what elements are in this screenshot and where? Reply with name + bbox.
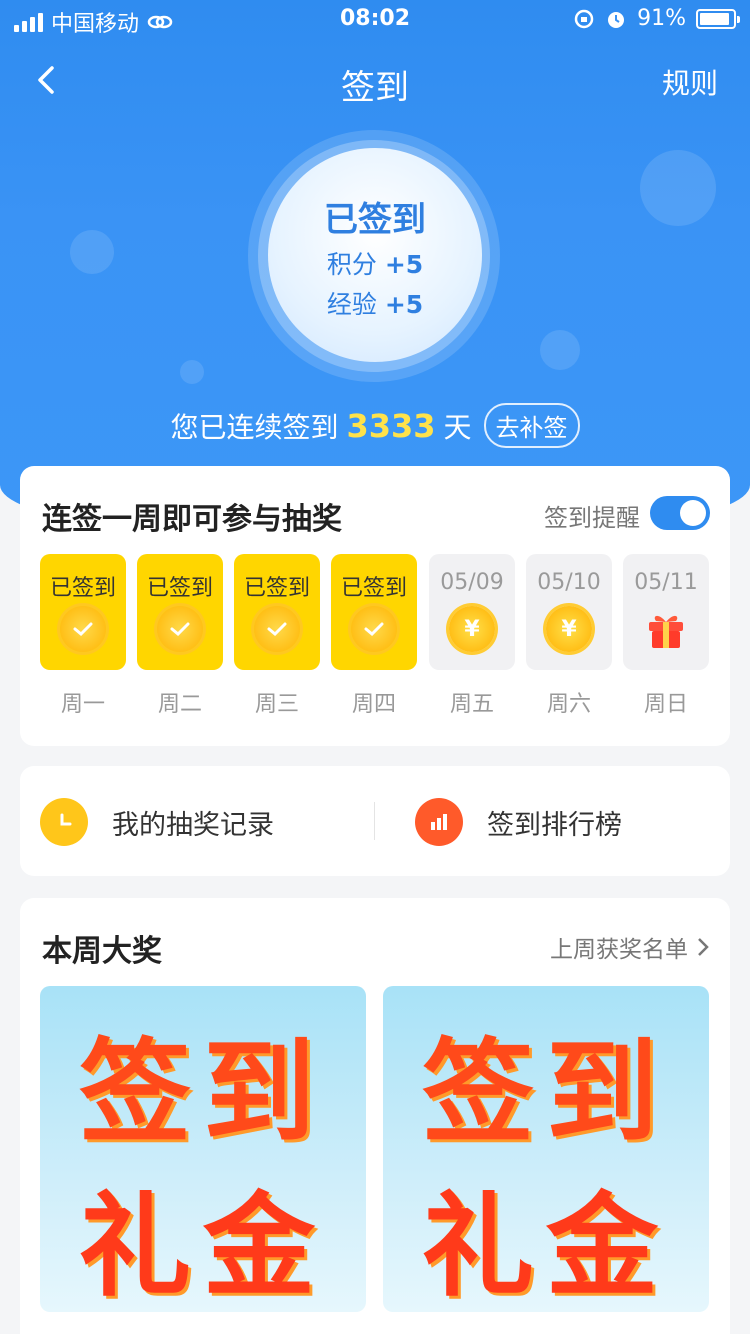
ranking-link[interactable]: 签到排行榜 [415, 798, 622, 846]
coin-icon: ¥ [546, 606, 592, 652]
header-banner: 中国移动 08:02 91% 签到 规则 已签到 积分 +5 经验 +5 您已连… [0, 0, 750, 545]
battery-percent: 91% [637, 6, 686, 31]
weekly-checkin-card: 连签一周即可参与抽奖 签到提醒 已签到 已签到 已签到 已签到 05/09 ¥ … [20, 466, 730, 746]
day-tile: 05/10 ¥ [526, 554, 612, 670]
clock-icon [40, 798, 88, 846]
weekday-label: 周一 [60, 692, 105, 717]
alarm-icon [608, 11, 625, 28]
streak-summary: 您已连续签到 3333 天 去补签 [0, 403, 750, 448]
check-icon [60, 606, 106, 652]
coin-icon: ¥ [449, 606, 495, 652]
weekday-label: 周五 [449, 692, 494, 717]
weekday-label: 周三 [254, 692, 299, 717]
prize-card-title: 本周大奖 [42, 934, 162, 969]
points-reward: 积分 +5 [326, 250, 424, 279]
page-title: 签到 [341, 68, 409, 108]
ranking-label: 签到排行榜 [487, 809, 622, 841]
weekly-card-title: 连签一周即可参与抽奖 [42, 502, 342, 537]
status-bar: 中国移动 08:02 91% [0, 0, 750, 40]
reminder-toggle[interactable] [650, 496, 710, 530]
bar-chart-icon [415, 798, 463, 846]
checkin-circle[interactable]: 已签到 积分 +5 经验 +5 [268, 148, 482, 362]
day-tile: 已签到 [331, 554, 417, 670]
day-tile: 05/09 ¥ [429, 554, 515, 670]
check-icon [157, 606, 203, 652]
day-tile: 已签到 [234, 554, 320, 670]
day-tile: 05/11 [623, 554, 709, 670]
makeup-checkin-button[interactable]: 去补签 [483, 403, 580, 448]
weekday-label: 周六 [546, 692, 591, 717]
weekday-label: 周四 [351, 692, 396, 717]
exp-reward: 经验 +5 [326, 290, 424, 319]
battery-icon [696, 8, 740, 29]
rotation-lock-icon [574, 9, 594, 28]
lottery-record-label: 我的抽奖记录 [112, 809, 274, 841]
links-card: 我的抽奖记录 签到排行榜 [20, 766, 730, 876]
check-icon [254, 606, 300, 652]
prize-item[interactable]: 签到 礼金 [40, 986, 366, 1312]
weekday-label: 周二 [157, 692, 202, 717]
day-tile: 已签到 [137, 554, 223, 670]
rules-link[interactable]: 规则 [662, 62, 718, 102]
lottery-record-link[interactable]: 我的抽奖记录 [40, 798, 274, 846]
check-icon [351, 606, 397, 652]
nav-bar: 签到 规则 [0, 48, 750, 112]
prize-item[interactable]: 签到 礼金 [383, 986, 709, 1312]
weekday-label: 周日 [643, 692, 688, 717]
last-week-winners-link[interactable]: 上周获奖名单 [550, 930, 710, 964]
chevron-right-icon [698, 938, 709, 956]
reminder-label: 签到提醒 [544, 504, 640, 532]
checkin-status: 已签到 [324, 200, 426, 240]
day-tile: 已签到 [40, 554, 126, 670]
weekly-prize-card: 本周大奖 上周获奖名单 签到 礼金 签到 礼金 [20, 898, 730, 1334]
gift-icon [649, 615, 683, 648]
streak-days: 3333 [346, 406, 436, 445]
